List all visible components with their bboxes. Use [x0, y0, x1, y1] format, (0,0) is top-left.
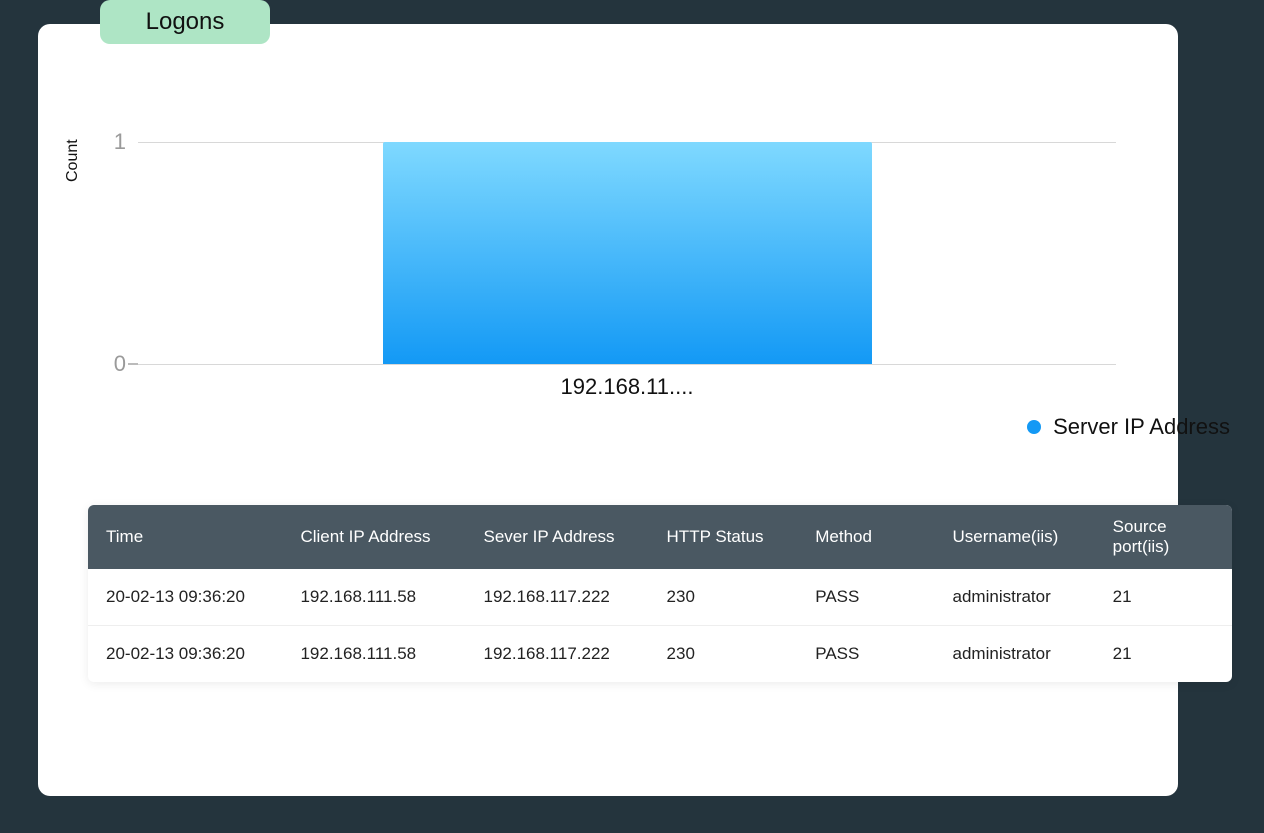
logons-bar-chart: Count 01192.168.11.... [70, 130, 1130, 440]
table-row[interactable]: 20-02-13 09:36:20192.168.111.58192.168.1… [88, 626, 1232, 683]
table-cell: 20-02-13 09:36:20 [88, 626, 282, 683]
table-header-cell[interactable]: HTTP Status [649, 505, 798, 569]
chart-legend: Server IP Address [1027, 414, 1230, 440]
table-cell: 230 [649, 569, 798, 626]
xcategory-label: 192.168.11.... [561, 374, 694, 400]
ytick-label: 0 [114, 351, 126, 377]
table-cell: 192.168.111.58 [282, 569, 465, 626]
table-cell: 230 [649, 626, 798, 683]
table-cell: 21 [1095, 569, 1232, 626]
tab-label: Logons [146, 8, 225, 36]
table-cell: 21 [1095, 626, 1232, 683]
table-row[interactable]: 20-02-13 09:36:20192.168.111.58192.168.1… [88, 569, 1232, 626]
table-cell: 192.168.117.222 [466, 626, 649, 683]
gridline-bottom [138, 364, 1116, 365]
tab-logons[interactable]: Logons [100, 0, 270, 44]
table-header-cell[interactable]: Client IP Address [282, 505, 465, 569]
table-cell: PASS [797, 626, 934, 683]
legend-dot-icon [1027, 420, 1041, 434]
table-cell: 192.168.117.222 [466, 569, 649, 626]
chart-bar[interactable] [383, 142, 872, 364]
ytick-label: 1 [114, 129, 126, 155]
chart-plot-area: 01192.168.11.... [138, 142, 1116, 364]
table-header-cell[interactable]: Time [88, 505, 282, 569]
logons-table: TimeClient IP AddressSever IP AddressHTT… [88, 505, 1232, 682]
table-cell: administrator [935, 569, 1095, 626]
axis-tick-mark [128, 363, 138, 365]
table-header-cell[interactable]: Source port(iis) [1095, 505, 1232, 569]
table-header-cell[interactable]: Username(iis) [935, 505, 1095, 569]
table-cell: 20-02-13 09:36:20 [88, 569, 282, 626]
table-body: 20-02-13 09:36:20192.168.111.58192.168.1… [88, 569, 1232, 682]
legend-label: Server IP Address [1053, 414, 1230, 440]
table-cell: PASS [797, 569, 934, 626]
table-header-cell[interactable]: Method [797, 505, 934, 569]
table-header-row: TimeClient IP AddressSever IP AddressHTT… [88, 505, 1232, 569]
table-cell: administrator [935, 626, 1095, 683]
table-cell: 192.168.111.58 [282, 626, 465, 683]
table-header-cell[interactable]: Sever IP Address [466, 505, 649, 569]
